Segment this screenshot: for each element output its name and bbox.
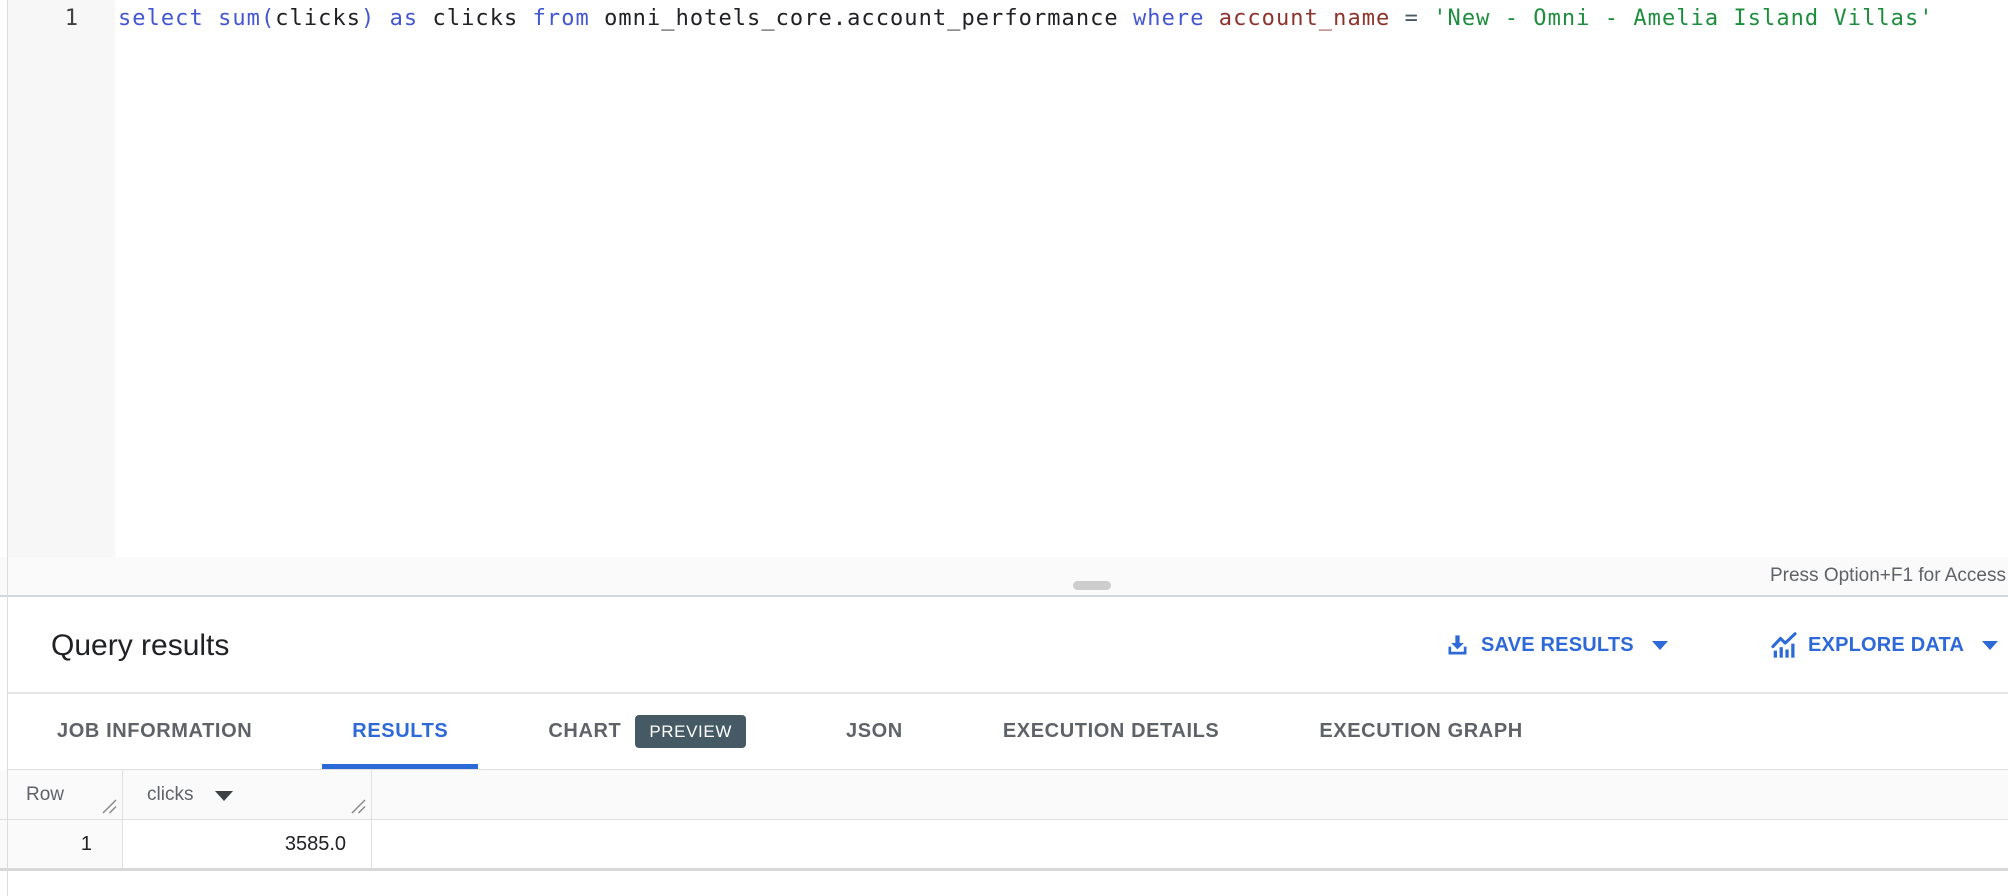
tab-chart[interactable]: CHART PREVIEW [518,694,776,769]
line-number-gutter: 1 [8,0,115,557]
tab-job-information[interactable]: JOB INFORMATION [27,694,282,769]
table-bottom-border [0,868,2008,871]
column-header-row[interactable]: Row [0,770,123,819]
tab-execution-details-label: EXECUTION DETAILS [1003,720,1220,743]
tab-json-label: JSON [846,720,903,743]
save-results-caret-icon [1652,641,1668,650]
download-icon [1444,632,1471,659]
tab-chart-label: CHART [548,720,621,743]
splitter-drag-handle[interactable] [1073,581,1111,590]
sql-code-line[interactable]: select sum(clicks) as clicks from omni_h… [118,4,1934,34]
explore-data-caret-icon [1982,641,1998,650]
preview-badge: PREVIEW [635,715,746,748]
sql-function-sum: sum( [218,6,275,31]
column-header-clicks[interactable]: clicks [123,770,372,819]
sql-editor[interactable]: 1 select sum(clicks) as clicks from omni… [8,0,2008,557]
sql-ident-column: account_name [1219,6,1391,31]
table-row: 1 3585.0 [0,820,2008,868]
tab-results-label: RESULTS [352,720,448,743]
sql-ident-table: omni_hotels_core.account_performance [604,6,1133,31]
explore-data-label: EXPLORE DATA [1808,634,1964,657]
sql-ident-clicks-arg: clicks [275,6,361,31]
tab-execution-graph[interactable]: EXECUTION GRAPH [1289,694,1552,769]
active-tab-underline [322,764,478,769]
sql-operator-equals: = [1390,6,1433,31]
sql-keyword-as: as [390,6,433,31]
clicks-column-menu-caret-icon[interactable] [215,791,233,801]
explore-data-button[interactable]: EXPLORE DATA [1770,599,1998,692]
save-results-button[interactable]: SAVE RESULTS [1444,599,1668,692]
accessibility-hint: Press Option+F1 for Access [1770,557,2006,595]
tab-job-information-label: JOB INFORMATION [57,720,252,743]
tab-execution-details[interactable]: EXECUTION DETAILS [973,694,1250,769]
clicks-value-cell: 3585.0 [123,820,372,868]
sql-keyword-select: select [118,6,218,31]
sql-keyword-where: where [1133,6,1219,31]
column-header-clicks-label: clicks [147,784,193,806]
results-table: Row clicks 1 3585.0 [0,770,2008,871]
tab-results[interactable]: RESULTS [322,694,478,769]
results-tab-bar: JOB INFORMATION RESULTS CHART PREVIEW JS… [8,694,2008,770]
query-results-header: Query results SAVE RESULTS EXPLORE DATA [8,599,2008,692]
line-number: 1 [8,4,78,34]
column-header-row-label: Row [26,784,64,806]
panel-left-border [7,0,8,896]
sql-string-literal: 'New - Omni - Amelia Island Villas' [1433,6,1933,31]
sql-close-paren: ) [361,6,390,31]
tab-execution-graph-label: EXECUTION GRAPH [1319,720,1522,743]
results-table-header: Row clicks [0,770,2008,820]
editor-statusbar: Press Option+F1 for Access [0,557,2008,597]
sql-keyword-from: from [533,6,604,31]
row-number-cell: 1 [0,820,123,868]
save-results-label: SAVE RESULTS [1481,634,1634,657]
explore-chart-icon [1770,632,1798,660]
sql-ident-clicks-alias: clicks [433,6,533,31]
column-resize-handle-icon[interactable] [347,795,369,817]
query-results-title: Query results [51,599,229,692]
tab-json[interactable]: JSON [816,694,933,769]
column-resize-handle-icon[interactable] [98,795,120,817]
